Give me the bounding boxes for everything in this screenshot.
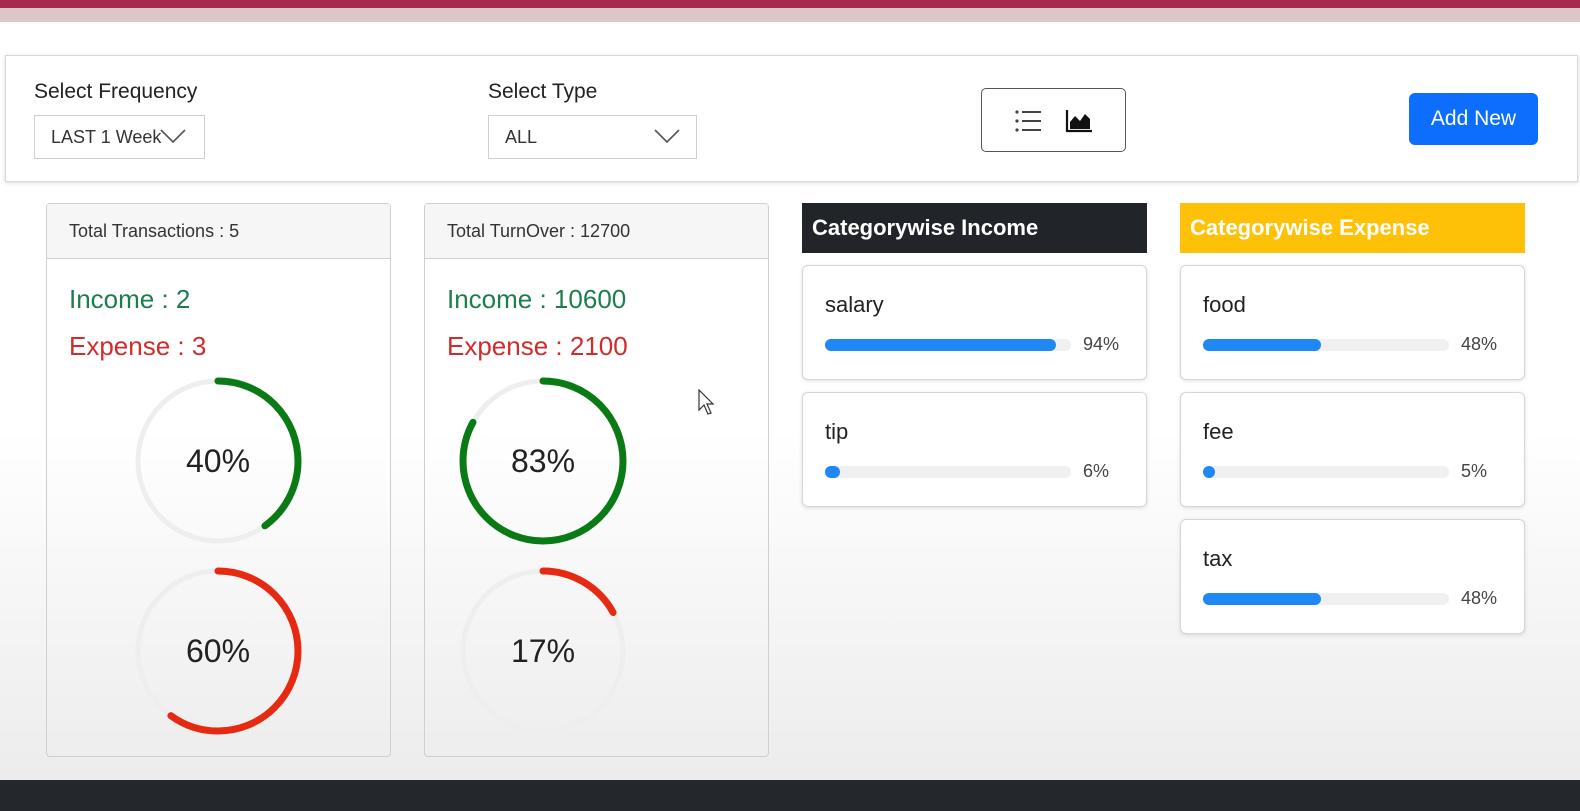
category-progress-track <box>1203 593 1449 605</box>
category-progress-fill <box>1203 339 1322 351</box>
category-income-column: Categorywise Income salary 94% tip 6% <box>802 203 1147 507</box>
page: Select Frequency LAST 1 Week Select Type… <box>0 0 1580 811</box>
category-item-tip: tip 6% <box>802 392 1147 507</box>
turnover-income: Income : 10600 <box>447 284 627 314</box>
turnover-card: Total TurnOver : 12700 Income : 10600 Ex… <box>424 203 769 757</box>
top-strip <box>0 8 1580 22</box>
category-percent: 5% <box>1461 461 1488 481</box>
chevron-down-icon <box>654 129 680 143</box>
category-progress-track <box>1203 466 1449 478</box>
transactions-income: Income : 2 <box>69 284 191 314</box>
frequency-label: Select Frequency <box>34 80 198 103</box>
bottom-bar <box>0 780 1580 811</box>
category-name: tax <box>1203 546 1233 571</box>
chevron-down-icon <box>160 129 186 143</box>
list-icon[interactable] <box>1014 109 1042 133</box>
transactions-expense: Expense : 3 <box>69 331 207 361</box>
category-percent: 94% <box>1083 334 1120 354</box>
category-progress-track <box>825 466 1071 478</box>
transactions-card: Total Transactions : 5 Income : 2 Expens… <box>46 203 391 757</box>
category-name: food <box>1203 292 1246 317</box>
category-income-list: salary 94% tip 6% <box>802 265 1147 507</box>
turnover-income-percent: 83% <box>510 443 576 479</box>
category-item-food: food 48% <box>1180 265 1525 380</box>
turnover-card-header: Total TurnOver : 12700 <box>425 204 768 259</box>
transactions-card-header: Total Transactions : 5 <box>47 204 390 259</box>
category-item-fee: fee 5% <box>1180 392 1525 507</box>
top-accent-bar <box>0 0 1580 8</box>
type-select[interactable]: ALL <box>488 115 697 159</box>
type-label: Select Type <box>488 80 598 103</box>
category-progress-fill <box>1203 593 1322 605</box>
category-percent: 48% <box>1461 588 1498 608</box>
transactions-expense-percent: 60% <box>185 633 251 669</box>
category-item-tax: tax 48% <box>1180 519 1525 634</box>
category-progress-fill <box>825 466 840 478</box>
category-percent: 6% <box>1083 461 1110 481</box>
filters-panel: Select Frequency LAST 1 Week Select Type… <box>5 55 1578 182</box>
category-name: tip <box>825 419 849 444</box>
mouse-cursor-icon <box>698 389 714 415</box>
type-select-value: ALL <box>505 127 538 147</box>
category-name: salary <box>825 292 884 317</box>
category-item-salary: salary 94% <box>802 265 1147 380</box>
category-income-title: Categorywise Income <box>802 203 1147 253</box>
transactions-income-percent: 40% <box>185 443 251 479</box>
category-progress-track <box>1203 339 1449 351</box>
category-expense-column: Categorywise Expense food 48% fee 5% tax 48% <box>1180 203 1525 634</box>
category-percent: 48% <box>1461 334 1498 354</box>
view-toggle <box>981 88 1126 152</box>
category-progress-track <box>825 339 1071 351</box>
category-expense-title: Categorywise Expense <box>1180 203 1525 253</box>
category-progress-fill <box>825 339 1057 351</box>
turnover-expense: Expense : 2100 <box>447 331 628 361</box>
category-expense-list: food 48% fee 5% tax 48% <box>1180 265 1525 634</box>
category-progress-fill <box>1203 466 1216 478</box>
add-new-button[interactable]: Add New <box>1409 93 1538 145</box>
category-name: fee <box>1203 419 1234 444</box>
frequency-select[interactable]: LAST 1 Week <box>34 115 205 159</box>
area-chart-icon[interactable] <box>1065 109 1093 133</box>
turnover-expense-percent: 17% <box>510 633 576 669</box>
frequency-select-value: LAST 1 Week <box>51 127 162 147</box>
